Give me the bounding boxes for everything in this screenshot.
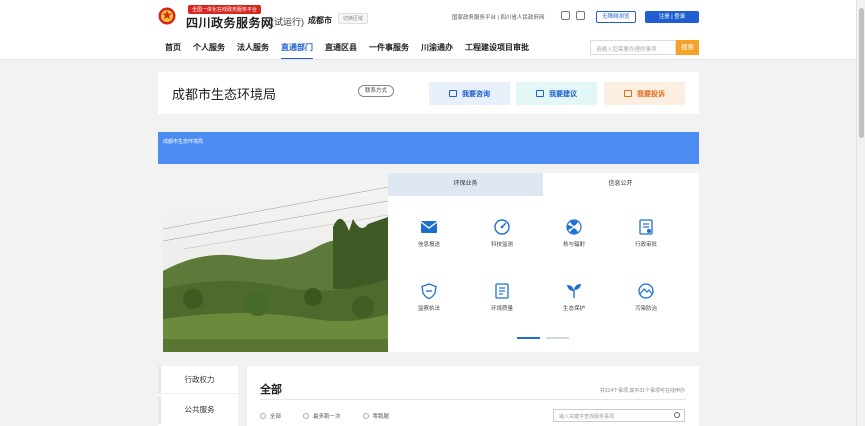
service-item[interactable]: 监察执法 bbox=[404, 283, 454, 312]
list-divider bbox=[260, 399, 686, 400]
service-item[interactable]: 核与辐射 bbox=[549, 219, 599, 248]
sidebar-item-public-service[interactable]: 公共服务 bbox=[158, 396, 238, 424]
complain-button[interactable]: 我要投诉 bbox=[604, 82, 685, 105]
service-search-input[interactable]: 输入关键字查找服务事项 bbox=[553, 409, 685, 422]
nav-item-one-thing[interactable]: 一件事服务 bbox=[369, 42, 409, 60]
mobile-icon[interactable] bbox=[576, 11, 585, 20]
radiation-icon bbox=[566, 219, 582, 235]
department-title: 成都市生态环境局 bbox=[172, 87, 277, 102]
service-label: 污染防治 bbox=[634, 306, 657, 312]
service-label: 行政审批 bbox=[634, 242, 657, 248]
filter-label: 全部 bbox=[270, 414, 282, 420]
landscape-icon bbox=[638, 283, 654, 299]
header-divider bbox=[0, 59, 856, 60]
service-list-panel: 全部 共314个事项,其中31个事项可在线申办 全部 最多跑一次 零跑腿 输入关… bbox=[247, 366, 699, 426]
consult-button[interactable]: 我要咨询 bbox=[429, 82, 510, 105]
service-search-placeholder: 输入关键字查找服务事项 bbox=[559, 414, 615, 420]
filter-radio-group: 全部 最多跑一次 零跑腿 bbox=[260, 412, 389, 420]
department-photo bbox=[163, 179, 388, 352]
department-card: 成都市生态环境局 联系方式 我要咨询 我要建议 我要投诉 bbox=[158, 72, 699, 114]
page-scrollbar[interactable] bbox=[856, 0, 865, 426]
nav-item-construction[interactable]: 工程建设项目审批 bbox=[465, 42, 529, 60]
accessibility-button[interactable]: 无障碍浏览 bbox=[596, 11, 636, 23]
banner-text: 成都市生态环境局 bbox=[163, 139, 204, 145]
category-sidebar: 行政权力 公共服务 bbox=[158, 366, 238, 426]
suggest-label: 我要建议 bbox=[549, 90, 577, 98]
nav-item-home[interactable]: 首页 bbox=[165, 42, 181, 60]
nav-item-legal[interactable]: 法人服务 bbox=[237, 42, 269, 60]
service-label: 核与辐射 bbox=[562, 242, 585, 248]
main-nav: 首页 个人服务 法人服务 直通部门 直通区县 一件事服务 川渝通办 工程建设项目… bbox=[165, 42, 541, 60]
wechat-icon[interactable] bbox=[561, 11, 570, 20]
carousel-dot[interactable] bbox=[517, 337, 540, 339]
service-item[interactable]: 行政审批 bbox=[621, 219, 671, 248]
platform-slogan: 全国一体化在线政务服务平台 bbox=[188, 5, 262, 14]
carousel-indicator bbox=[517, 337, 569, 339]
gauge-icon bbox=[494, 219, 510, 235]
contact-button[interactable]: 联系方式 bbox=[358, 85, 395, 97]
header-icon-group bbox=[561, 11, 585, 20]
pencil-icon bbox=[536, 90, 544, 97]
report-icon bbox=[495, 283, 509, 299]
suggest-button[interactable]: 我要建议 bbox=[516, 82, 597, 105]
service-label: 生态保护 bbox=[562, 306, 585, 312]
filter-all-radio[interactable]: 全部 bbox=[260, 412, 281, 420]
radio-circle bbox=[260, 413, 266, 419]
service-label: 信息报送 bbox=[417, 242, 440, 248]
service-label: 环境质量 bbox=[490, 306, 513, 312]
register-login-button[interactable]: 注册 | 登录 bbox=[645, 11, 699, 23]
filter-run-once-radio[interactable]: 最多跑一次 bbox=[303, 412, 341, 420]
scrollbar-thumb[interactable] bbox=[859, 8, 864, 138]
external-links[interactable]: 国家政务服务平台 | 四川省人民政府网 bbox=[452, 13, 545, 21]
service-item[interactable]: 生态保护 bbox=[549, 283, 599, 312]
megaphone-icon bbox=[624, 90, 632, 97]
current-city: 成都市 bbox=[308, 16, 332, 25]
sidebar-item-administrative-power[interactable]: 行政权力 bbox=[158, 366, 238, 394]
service-tab-panel: 环保业务 信息公开 信息报送 科技监测 核与辐射 行政审批 监察执法 环境质量 … bbox=[388, 173, 699, 352]
service-item[interactable]: 污染防治 bbox=[621, 283, 671, 312]
search-input[interactable]: 请输入您需要办理的事项 bbox=[590, 40, 676, 55]
search-button[interactable]: 搜索 bbox=[676, 40, 699, 55]
radio-circle bbox=[303, 413, 310, 419]
service-item[interactable]: 科技监测 bbox=[477, 219, 527, 248]
nav-item-departments[interactable]: 直通部门 bbox=[281, 42, 313, 60]
list-stats: 共314个事项,其中31个事项可在线申办 bbox=[599, 388, 685, 394]
department-banner: 成都市生态环境局 bbox=[158, 132, 699, 164]
shield-icon bbox=[421, 283, 437, 299]
complain-label: 我要投诉 bbox=[637, 90, 665, 98]
envelope-icon bbox=[420, 221, 438, 233]
list-title: 全部 bbox=[260, 384, 282, 396]
search-icon[interactable] bbox=[674, 412, 680, 418]
document-icon bbox=[639, 219, 653, 235]
nav-item-sichuan-chongqing[interactable]: 川渝通办 bbox=[421, 42, 453, 60]
tab-environmental-business[interactable]: 环保业务 bbox=[388, 173, 543, 196]
national-emblem-icon bbox=[158, 7, 176, 25]
filter-label: 最多跑一次 bbox=[313, 414, 341, 420]
trial-label: (试运行) bbox=[271, 17, 304, 27]
service-item[interactable]: 环境质量 bbox=[477, 283, 527, 312]
switch-area-button[interactable]: 切换区域 bbox=[338, 13, 369, 24]
radio-circle bbox=[362, 413, 369, 419]
consult-label: 我要咨询 bbox=[462, 90, 490, 98]
service-label: 监察执法 bbox=[417, 306, 440, 312]
carousel-dot[interactable] bbox=[546, 337, 569, 339]
filter-label: 零跑腿 bbox=[372, 414, 390, 420]
filter-zero-run-radio[interactable]: 零跑腿 bbox=[362, 412, 390, 420]
chat-icon bbox=[449, 90, 457, 97]
tab-information-disclosure[interactable]: 信息公开 bbox=[543, 173, 698, 196]
nav-item-districts[interactable]: 直通区县 bbox=[325, 42, 357, 60]
nav-item-personal[interactable]: 个人服务 bbox=[193, 42, 225, 60]
service-item[interactable]: 信息报送 bbox=[404, 219, 454, 248]
site-header: 全国一体化在线政务服务平台 四川政务服务网 (试运行) 成都市 切换区域 国家政… bbox=[0, 0, 856, 60]
service-label: 科技监测 bbox=[490, 242, 513, 248]
sprout-icon bbox=[567, 284, 581, 298]
site-logo-text[interactable]: 四川政务服务网 bbox=[186, 14, 274, 31]
